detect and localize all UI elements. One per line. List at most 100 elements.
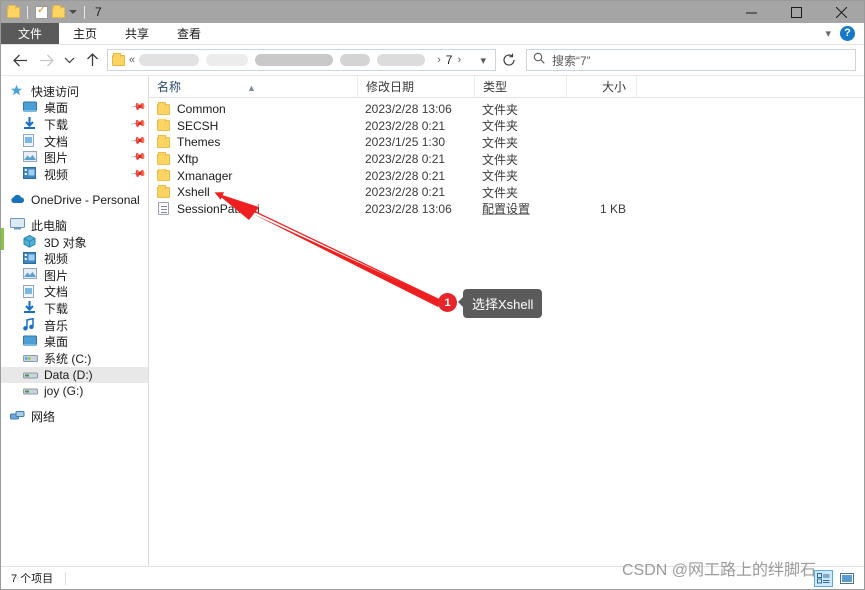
sidebar-item-documents-pc[interactable]: 文档: [1, 284, 148, 301]
table-row[interactable]: Xshell 2023/2/28 0:21 文件夹: [149, 184, 864, 201]
column-header-name[interactable]: 名称 ▲: [149, 76, 357, 98]
file-name-cell: Xshell: [149, 185, 357, 199]
tab-view[interactable]: 查看: [163, 23, 216, 44]
table-row[interactable]: SessionPath.ini 2023/2/28 13:06 配置设置 1 K…: [149, 201, 864, 218]
file-name-cell: Themes: [149, 135, 357, 149]
file-name-cell: Xftp: [149, 152, 357, 166]
back-arrow-icon[interactable]: [7, 47, 33, 73]
sidebar-item-pictures-pc[interactable]: 图片: [1, 267, 148, 284]
sidebar-item-music[interactable]: 音乐: [1, 317, 148, 334]
recent-locations-chevron-down-icon[interactable]: [59, 47, 79, 73]
pictures-icon: [23, 150, 39, 165]
table-row[interactable]: Xftp 2023/2/28 0:21 文件夹: [149, 151, 864, 168]
sidebar-item-label: 文档: [44, 285, 69, 300]
folder-icon: [157, 152, 170, 165]
sidebar-item-label: 文档: [44, 134, 69, 149]
sidebar-item-this-pc[interactable]: 此电脑: [1, 217, 148, 234]
maximize-icon[interactable]: [774, 1, 819, 23]
file-name: Xshell: [177, 185, 210, 200]
pin-icon[interactable]: 📌: [129, 149, 146, 165]
pin-icon[interactable]: 📌: [129, 100, 146, 116]
sidebar-item-downloads[interactable]: 下载 📌: [1, 116, 148, 133]
file-size: 1 KB: [599, 201, 626, 216]
tab-file[interactable]: 文件: [1, 23, 60, 44]
sidebar-item-videos-pc[interactable]: 视频: [1, 250, 148, 267]
up-arrow-icon[interactable]: [79, 47, 105, 73]
ini-file-icon: [158, 202, 169, 216]
desktop-icon: [23, 101, 39, 115]
drive-icon: [23, 368, 39, 382]
file-date: 2023/2/28 0:21: [365, 118, 446, 133]
file-date: 2023/2/28 0:21: [365, 168, 446, 183]
sidebar-item-pictures[interactable]: 图片 📌: [1, 149, 148, 166]
table-row[interactable]: Themes 2023/1/25 1:30 文件夹: [149, 134, 864, 151]
redacted-path-segment: [255, 54, 334, 66]
table-row[interactable]: Xmanager 2023/2/28 0:21 文件夹: [149, 167, 864, 184]
status-bar: 7 个项目 CSDN @网工路上的绊脚石: [1, 562, 864, 589]
sidebar-item-label: 桌面: [44, 335, 69, 350]
details-view-icon[interactable]: [814, 569, 833, 587]
sidebar-item-label: Data (D:): [44, 367, 93, 382]
table-row[interactable]: SECSH 2023/2/28 0:21 文件夹: [149, 118, 864, 135]
sidebar-item-system-drive-c[interactable]: 系统 (C:): [1, 350, 148, 367]
pin-icon[interactable]: 📌: [129, 166, 146, 182]
tab-home[interactable]: 主页: [59, 23, 112, 44]
sidebar-item-label: 视频: [44, 167, 69, 182]
customize-caret-icon[interactable]: [69, 10, 77, 14]
videos-icon: [23, 251, 39, 266]
file-type: 文件夹: [482, 135, 519, 150]
sidebar-item-downloads-pc[interactable]: 下载: [1, 300, 148, 317]
table-row[interactable]: Common 2023/2/28 13:06 文件夹: [149, 101, 864, 118]
column-header-date[interactable]: 修改日期: [357, 75, 474, 98]
breadcrumb-separator[interactable]: ›: [457, 54, 461, 66]
folder-icon: [157, 102, 170, 115]
file-name-cell: SECSH: [149, 118, 357, 133]
sidebar-item-label: 3D 对象: [44, 235, 87, 250]
address-chevron-down-icon[interactable]: ▾: [475, 54, 491, 67]
help-icon[interactable]: ?: [840, 26, 855, 41]
sidebar-item-label: 图片: [44, 151, 69, 166]
large-icons-view-icon[interactable]: [837, 570, 856, 587]
sidebar-item-desktop[interactable]: 桌面 📌: [1, 100, 148, 117]
pin-icon[interactable]: 📌: [129, 133, 146, 149]
search-input[interactable]: 搜索“7”: [526, 49, 856, 71]
file-name-cell: Common: [149, 102, 357, 116]
sidebar-item-label: 视频: [44, 252, 69, 267]
sidebar-item-onedrive[interactable]: OneDrive - Personal: [1, 192, 148, 209]
sidebar-item-label: 此电脑: [31, 218, 68, 233]
column-header-type[interactable]: 类型: [474, 75, 566, 98]
folder-icon[interactable]: [7, 4, 20, 18]
sidebar-item-desktop-pc[interactable]: 桌面: [1, 333, 148, 350]
properties-icon[interactable]: [35, 4, 48, 19]
redacted-path-segment: [139, 54, 200, 66]
sidebar-item-3d-objects[interactable]: 3D 对象: [1, 234, 148, 251]
sidebar-item-network[interactable]: 网络: [1, 409, 148, 426]
minimize-icon[interactable]: [729, 1, 774, 23]
new-folder-icon[interactable]: [52, 4, 65, 18]
file-name: Xftp: [177, 152, 199, 167]
sidebar-item-joy-drive-g[interactable]: joy (G:): [1, 383, 148, 400]
file-type: 文件夹: [482, 102, 519, 117]
redacted-path-segment: [340, 54, 371, 66]
download-icon: [23, 301, 39, 315]
tab-share[interactable]: 共享: [111, 23, 164, 44]
window-controls: [729, 1, 864, 23]
sidebar-item-videos[interactable]: 视频 📌: [1, 166, 148, 183]
pin-icon[interactable]: 📌: [129, 116, 146, 132]
sidebar-item-documents[interactable]: 文档 📌: [1, 133, 148, 150]
column-header-label: 名称: [157, 79, 182, 94]
address-bar[interactable]: « › 7 › ▾: [107, 49, 496, 71]
breadcrumb-current[interactable]: 7: [446, 53, 453, 67]
sidebar-item-quick-access[interactable]: 快速访问: [1, 83, 148, 100]
sidebar-item-data-drive-d[interactable]: Data (D:): [1, 366, 148, 384]
close-icon[interactable]: [819, 1, 864, 23]
file-name: Themes: [177, 135, 221, 150]
chevron-down-icon[interactable]: ▾: [825, 27, 831, 40]
divider: [27, 5, 28, 19]
music-icon: [23, 317, 39, 332]
refresh-icon[interactable]: [496, 47, 522, 73]
sidebar-item-label: 图片: [44, 268, 69, 283]
pictures-icon: [23, 268, 39, 282]
overflow-breadcrumb-icon[interactable]: «: [129, 54, 135, 66]
column-header-size[interactable]: 大小: [566, 75, 636, 98]
